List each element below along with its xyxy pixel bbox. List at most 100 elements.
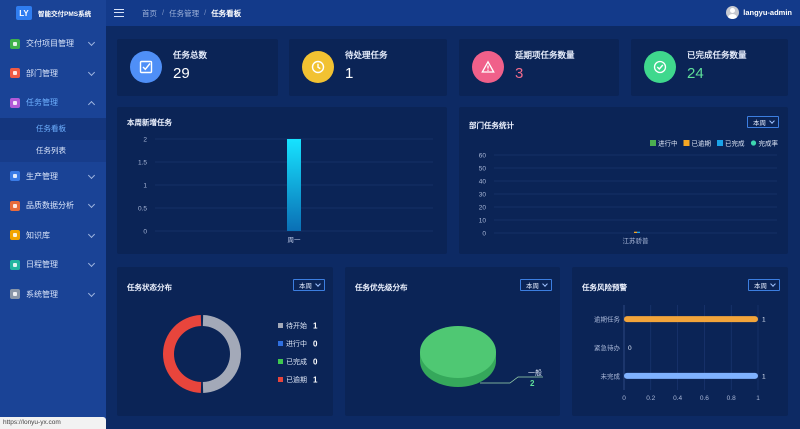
settings-icon: [10, 289, 20, 300]
sidebar-item-delivery-project[interactable]: 交付项目管理: [0, 29, 106, 59]
pie-label: 一般: [528, 368, 542, 377]
stat-value: 24: [687, 65, 704, 82]
legend-value: 0: [313, 358, 318, 367]
legend-label: 待开始: [286, 321, 307, 330]
legend-marker: [750, 140, 757, 146]
sidebar-item-department[interactable]: 部门管理: [0, 59, 106, 89]
sidebar-subitem-task-list[interactable]: 任务列表: [0, 139, 106, 162]
breadcrumb-home[interactable]: 首页: [142, 8, 157, 19]
legend-label: 完成率: [759, 139, 779, 148]
priority-pie-chart: 一般 2: [420, 326, 543, 388]
legend-marker: [717, 140, 723, 146]
x-tick-label: 0.6: [700, 395, 709, 402]
sidebar-item-quality[interactable]: 品质数据分析: [0, 191, 106, 221]
chevron-up-icon: [87, 100, 96, 109]
y-tick-label: 未完成: [601, 371, 621, 380]
check-circle-icon: [644, 51, 676, 83]
legend-marker: [278, 323, 283, 328]
y-tick-label: 10: [479, 218, 487, 225]
sidebar-item-label: 系统管理: [26, 289, 58, 299]
donut-slice: [202, 315, 242, 393]
breadcrumb-separator: /: [204, 7, 207, 17]
calendar-icon: [10, 259, 20, 270]
stat-label: 待处理任务: [345, 50, 388, 60]
sidebar-menu: 交付项目管理 部门管理 任务管理 任务看板 任务列表 生产管理 品质数据分析 知…: [0, 29, 106, 309]
stat-card-delayed: 延期项任务数量 3: [459, 39, 619, 96]
sidebar-item-schedule[interactable]: 日程管理: [0, 250, 106, 280]
stat-label: 已完成任务数量: [687, 50, 747, 60]
pie-value: 2: [530, 379, 535, 388]
y-tick-label: 2: [143, 137, 147, 144]
x-tick-label: 1: [756, 395, 760, 402]
bar: [624, 316, 758, 323]
legend-label: 已逾期: [286, 375, 307, 384]
chevron-down-icon: [87, 38, 96, 47]
breadcrumb-parent[interactable]: 任务管理: [169, 8, 199, 19]
pie-slice: [420, 326, 496, 378]
production-icon: [10, 171, 20, 182]
x-tick-label: 周一: [288, 236, 302, 244]
user-menu[interactable]: langyu-admin: [726, 6, 792, 19]
topbar: 首页 / 任务管理 / 任务看板 langyu-admin: [106, 0, 800, 26]
donut-slice: [162, 315, 202, 393]
x-tick-label: 0: [622, 395, 626, 402]
sidebar-item-label: 品质数据分析: [26, 201, 74, 211]
sidebar-item-label: 知识库: [26, 230, 50, 240]
sidebar-item-task[interactable]: 任务管理: [0, 88, 106, 118]
user-name: langyu-admin: [743, 8, 792, 17]
x-tick-label: 0.4: [673, 395, 682, 402]
sidebar-subitem-task-board[interactable]: 任务看板: [0, 117, 106, 140]
stat-value: 29: [173, 65, 190, 82]
y-tick-label: 0: [143, 229, 147, 236]
stat-card-total: 任务总数 29: [117, 39, 278, 96]
y-tick-label: 1: [143, 183, 147, 190]
panel-department-stats: 部门任务统计 本周 0 10 20 30 40 50 60 进行中 已逾期 已完成 完成率 江苏骄普: [459, 107, 788, 254]
sidebar-item-label: 任务管理: [26, 98, 58, 108]
status-url: https://lonyu-yx.com: [0, 417, 106, 429]
sidebar-item-knowledge[interactable]: 知识库: [0, 221, 106, 251]
breadcrumb-separator: /: [162, 7, 165, 17]
app-title: 智能交付PMS系统: [38, 11, 92, 18]
y-tick-label: 60: [479, 153, 487, 160]
y-tick-label: 30: [479, 192, 487, 199]
chevron-down-icon: [87, 230, 96, 238]
y-tick-label: 紧急待办: [594, 343, 621, 352]
sidebar-item-system[interactable]: 系统管理: [0, 280, 106, 310]
avatar[interactable]: [726, 6, 740, 19]
panel-task-risk: 任务风险预警 本周 0 0.2 0.4 0.6 0.8 1 逾期任务 1 紧急待办 0 未完成 1: [572, 267, 788, 416]
bar: [637, 231, 640, 233]
legend-label: 进行中: [286, 339, 307, 348]
chevron-down-icon: [87, 171, 96, 179]
warning-icon: [472, 51, 504, 83]
sidebar-item-production[interactable]: 生产管理: [0, 162, 106, 192]
stat-card-completed: 已完成任务数量 24: [631, 39, 788, 96]
legend-marker: [278, 377, 283, 382]
check-square-icon: [130, 51, 162, 83]
legend-label: 已逾期: [692, 139, 712, 148]
legend-label: 已完成: [286, 357, 307, 366]
legend-marker: [650, 140, 656, 146]
y-tick-label: 1.5: [138, 160, 147, 167]
app-logo[interactable]: LY 智能交付PMS系统: [0, 0, 106, 26]
chevron-down-icon: [87, 200, 96, 209]
task-icon: [10, 97, 20, 108]
risk-horizontal-bar-chart: 0 0.2 0.4 0.6 0.8 1 逾期任务 1 紧急待办 0 未完成 1: [594, 305, 766, 402]
panel-weekly-new-tasks: 本周新增任务 0 0.5 1 1.5 2 周一: [117, 107, 447, 254]
stat-card-pending: 待处理任务 1: [289, 39, 447, 96]
bar: [287, 139, 301, 231]
legend-value: 1: [313, 322, 318, 331]
bar: [634, 231, 637, 233]
bar-value-label: 0: [628, 345, 632, 352]
y-tick-label: 0.5: [138, 206, 147, 213]
panel-task-status: 任务状态分布 本周 待开始 1 进行中 0 已完成 0 已逾期 1: [117, 267, 333, 416]
bar: [624, 372, 758, 379]
y-tick-label: 逾期任务: [594, 315, 621, 324]
legend-label: 已完成: [725, 139, 745, 148]
legend-value: 1: [313, 376, 318, 385]
stat-label: 延期项任务数量: [515, 50, 575, 60]
bar-value-label: 1: [762, 373, 766, 380]
x-tick-label: 江苏骄普: [623, 236, 650, 245]
menu-toggle-icon[interactable]: [114, 9, 124, 17]
project-icon: [10, 38, 20, 49]
y-tick-label: 20: [479, 205, 487, 212]
